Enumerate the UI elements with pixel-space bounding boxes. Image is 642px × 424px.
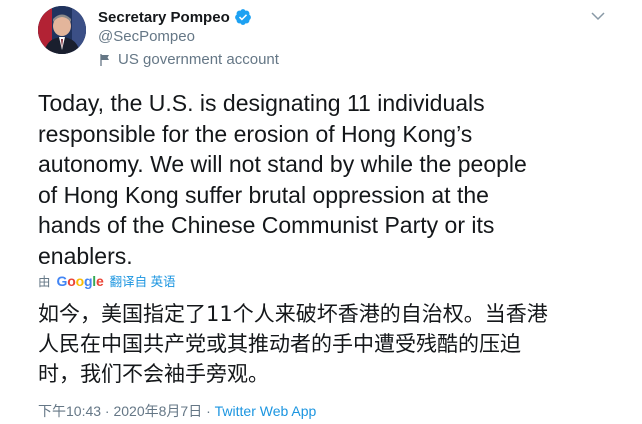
- chevron-down-icon[interactable]: [590, 8, 606, 24]
- author-name-row[interactable]: Secretary Pompeo: [98, 8, 252, 26]
- avatar[interactable]: [38, 6, 86, 54]
- avatar-portrait: [38, 6, 86, 54]
- author-handle[interactable]: @SecPompeo: [98, 28, 195, 45]
- translated-by-label: 由: [38, 275, 51, 289]
- translated-from-link[interactable]: 翻译自 英语: [110, 271, 176, 290]
- tweet-card: Secretary Pompeo @SecPompeo US governmen…: [0, 0, 642, 424]
- tweet-timestamp[interactable]: 下午10:43 · 2020年8月7日 ·: [38, 403, 215, 419]
- tweet-text: Today, the U.S. is designating 11 indivi…: [38, 90, 527, 269]
- google-logo: Google: [56, 272, 104, 289]
- tweet-metadata: 下午10:43 · 2020年8月7日 · Twitter Web App: [38, 401, 316, 421]
- flag-icon: [98, 53, 112, 67]
- author-name[interactable]: Secretary Pompeo: [98, 9, 230, 26]
- translation-attribution: 由 Google 翻译自 英语: [38, 271, 176, 290]
- translated-tweet-text: 如今，美国指定了11个人来破坏香港的自治权。当香港 人民在中国共产党或其推动者的…: [38, 302, 548, 386]
- government-account-text: US government account: [118, 51, 279, 68]
- verified-badge-icon: [234, 8, 252, 26]
- tweet-client-link[interactable]: Twitter Web App: [215, 403, 317, 419]
- government-account-label: US government account: [98, 51, 279, 68]
